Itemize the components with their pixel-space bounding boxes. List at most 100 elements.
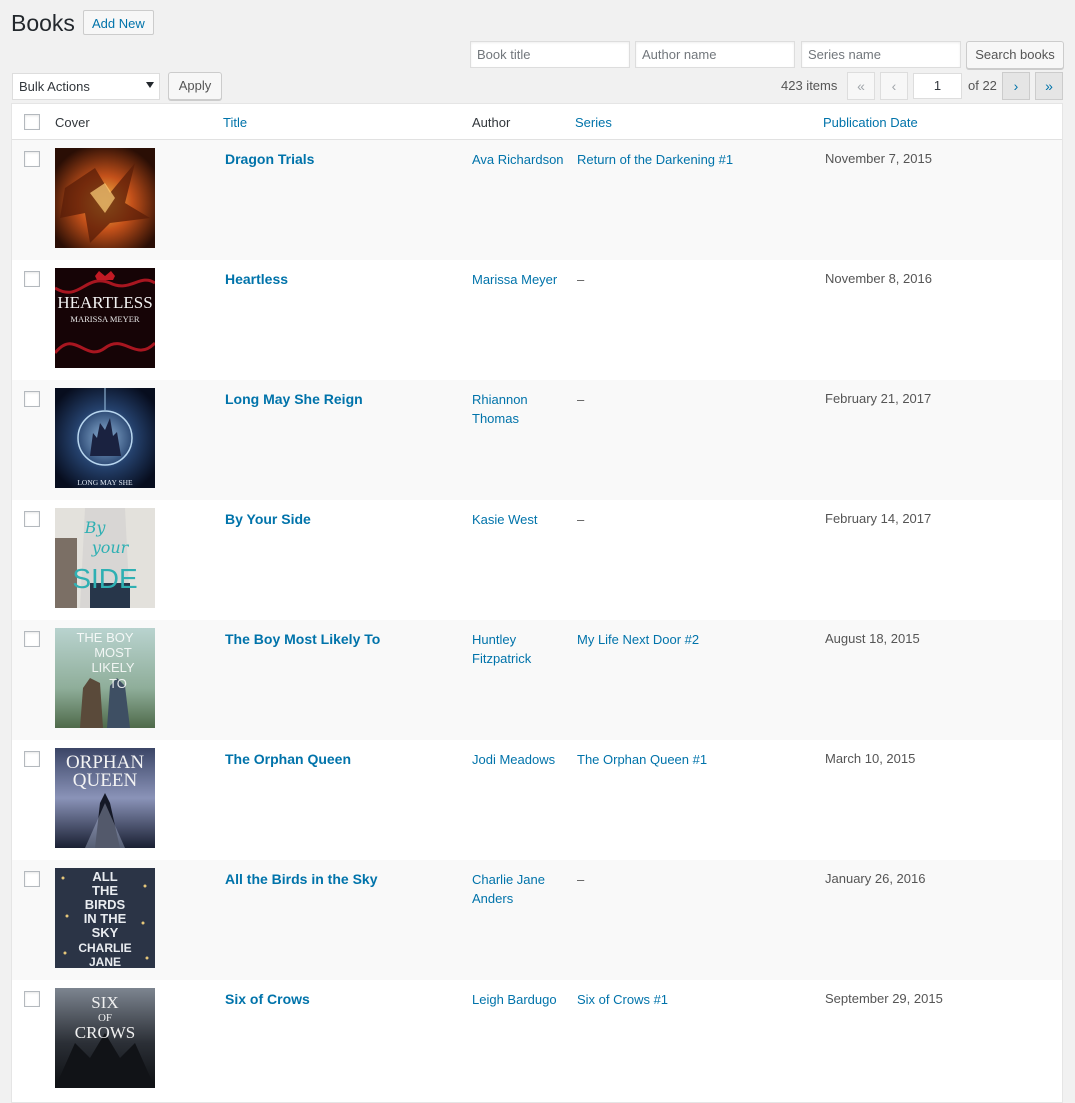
add-new-button[interactable]: Add New (83, 10, 154, 35)
cover-title-text: SIDE (72, 563, 137, 594)
cover-title-text: BIRDS (85, 897, 126, 912)
book-date: August 18, 2015 (825, 631, 920, 646)
search-books-button[interactable]: Search books (966, 41, 1064, 69)
book-title-link[interactable]: Dragon Trials (225, 151, 314, 167)
table-row: ORPHAN QUEEN The Orphan Queen Jodi Meado… (12, 740, 1062, 860)
bulk-actions-select[interactable]: Bulk Actions (12, 73, 160, 100)
page-title: Books (11, 10, 75, 36)
book-title-link[interactable]: All the Birds in the Sky (225, 871, 377, 887)
cover-title-text: CROWS (75, 1023, 135, 1042)
book-cover-image[interactable]: LONG MAY SHE (55, 388, 155, 488)
column-cover: Cover (55, 115, 90, 130)
book-date: November 7, 2015 (825, 151, 932, 166)
last-page-button[interactable]: » (1035, 72, 1063, 100)
items-count: 423 items (781, 78, 838, 93)
book-date: September 29, 2015 (825, 991, 943, 1006)
book-author-link[interactable]: Charlie Jane Anders (472, 870, 567, 908)
cover-title-text: ALL (92, 869, 117, 884)
book-series-link[interactable]: The Orphan Queen #1 (577, 750, 707, 769)
book-series-empty: – (577, 272, 585, 287)
table-row: THE BOY MOST LIKELY TO The Boy Most Like… (12, 620, 1062, 740)
column-title-sort[interactable]: Title (223, 115, 247, 130)
book-cover-image[interactable]: HEARTLESS MARISSA MEYER (55, 268, 155, 368)
book-cover-image[interactable]: By your SIDE (55, 508, 155, 608)
book-author-link[interactable]: Leigh Bardugo (472, 990, 567, 1009)
book-title-input[interactable] (470, 41, 630, 68)
cover-title-text: By (84, 518, 107, 537)
cover-title-text: IN THE (84, 911, 127, 926)
total-pages: of 22 (968, 78, 997, 93)
book-cover-image[interactable]: THE BOY MOST LIKELY TO (55, 628, 155, 728)
bulk-actions-value: Bulk Actions (19, 79, 90, 94)
cover-title-text: SKY (92, 925, 119, 940)
dropdown-caret-icon (146, 82, 154, 88)
book-series-link[interactable]: Return of the Darkening #1 (577, 150, 733, 169)
cover-title-text: THE (92, 883, 118, 898)
cover-author-text: CHARLIE (78, 941, 131, 955)
book-author-link[interactable]: Marissa Meyer (472, 270, 567, 289)
book-cover-image[interactable]: ORPHAN QUEEN (55, 748, 155, 848)
book-cover-image[interactable]: SIX OF CROWS (55, 988, 155, 1088)
book-date: February 21, 2017 (825, 391, 932, 406)
book-title-link[interactable]: The Orphan Queen (225, 751, 351, 767)
book-cover-image[interactable] (55, 148, 155, 248)
cover-title-text: MOST (94, 645, 132, 660)
book-author-link[interactable]: Ava Richardson (472, 150, 567, 169)
row-checkbox[interactable] (24, 631, 40, 647)
cover-title-text: HEARTLESS (57, 293, 152, 312)
book-date: February 14, 2017 (825, 511, 932, 526)
table-row: SIX OF CROWS Six of Crows Leigh Bardugo … (12, 980, 1062, 1100)
book-author-link[interactable]: Rhiannon Thomas (472, 390, 567, 428)
row-checkbox[interactable] (24, 271, 40, 287)
prev-page-button[interactable]: ‹ (880, 72, 908, 100)
book-date: January 26, 2016 (825, 871, 926, 886)
row-checkbox[interactable] (24, 391, 40, 407)
book-series-link[interactable]: My Life Next Door #2 (577, 630, 699, 649)
book-series-empty: – (577, 392, 585, 407)
book-author-link[interactable]: Jodi Meadows (472, 750, 567, 769)
cover-title-text: TO (109, 676, 127, 691)
row-checkbox[interactable] (24, 151, 40, 167)
table-row: LONG MAY SHE Long May She Reign Rhiannon… (12, 380, 1062, 500)
cover-title-text: QUEEN (73, 770, 138, 791)
row-checkbox[interactable] (24, 511, 40, 527)
column-author: Author (472, 115, 511, 130)
book-series-empty: – (577, 872, 585, 887)
cover-title-text: SIX (91, 993, 118, 1012)
table-row: HEARTLESS MARISSA MEYER Heartless Mariss… (12, 260, 1062, 380)
apply-button[interactable]: Apply (168, 72, 222, 100)
current-page-input[interactable]: 1 (913, 73, 962, 99)
table-header: Cover Title Author Series Publication Da… (12, 104, 1062, 140)
row-checkbox[interactable] (24, 991, 40, 1007)
book-title-link[interactable]: Heartless (225, 271, 288, 287)
table-row: Dragon Trials Ava Richardson Return of t… (12, 140, 1062, 260)
cover-title-text: LIKELY (91, 660, 134, 675)
cover-author-text: MARISSA MEYER (70, 314, 140, 324)
book-title-link[interactable]: By Your Side (225, 511, 311, 527)
book-title-link[interactable]: Six of Crows (225, 991, 310, 1007)
row-checkbox[interactable] (24, 871, 40, 887)
cover-author-text: JANE (89, 955, 121, 968)
book-cover-image[interactable]: ALL THE BIRDS IN THE SKY CHARLIE JANE (55, 868, 155, 968)
cover-title-text: THE BOY (76, 630, 133, 645)
series-name-input[interactable] (801, 41, 961, 68)
column-series-sort[interactable]: Series (575, 115, 612, 130)
column-date-sort[interactable]: Publication Date (823, 115, 918, 130)
book-series-empty: – (577, 512, 585, 527)
books-table: Cover Title Author Series Publication Da… (11, 103, 1063, 1103)
book-date: November 8, 2016 (825, 271, 932, 286)
select-all-checkbox[interactable] (24, 114, 40, 130)
cover-title-text: your (91, 538, 130, 557)
table-row: ALL THE BIRDS IN THE SKY CHARLIE JANE Al… (12, 860, 1062, 980)
table-row: By your SIDE By Your Side Kasie West – F… (12, 500, 1062, 620)
next-page-button[interactable]: › (1002, 72, 1030, 100)
author-name-input[interactable] (635, 41, 795, 68)
row-checkbox[interactable] (24, 751, 40, 767)
book-author-link[interactable]: Kasie West (472, 510, 567, 529)
book-series-link[interactable]: Six of Crows #1 (577, 990, 668, 1009)
book-author-link[interactable]: Huntley Fitzpatrick (472, 630, 567, 668)
book-title-link[interactable]: The Boy Most Likely To (225, 631, 380, 647)
first-page-button[interactable]: « (847, 72, 875, 100)
cover-title-text: LONG MAY SHE (77, 478, 133, 487)
book-title-link[interactable]: Long May She Reign (225, 391, 363, 407)
